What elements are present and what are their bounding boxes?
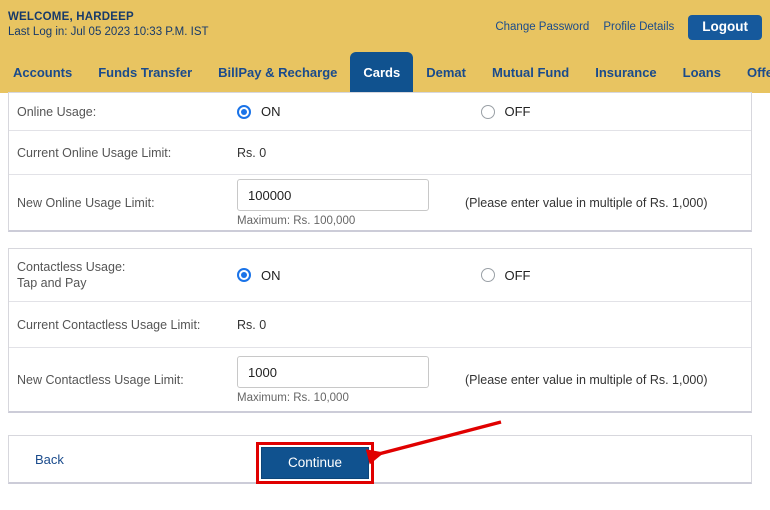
- online-usage-toggle-row: Online Usage: ON OFF: [9, 93, 751, 131]
- online-usage-off-option[interactable]: OFF: [480, 104, 531, 119]
- contactless-usage-panel: Contactless Usage: Tap and Pay ON OFF Cu…: [8, 248, 752, 413]
- nav-tab-funds-transfer[interactable]: Funds Transfer: [85, 52, 205, 93]
- online-usage-on-option[interactable]: ON: [237, 104, 281, 119]
- contactless-usage-radio-group: ON OFF: [237, 268, 531, 283]
- page-header: WELCOME, HARDEEP Last Log in: Jul 05 202…: [0, 0, 770, 93]
- online-usage-on-label: ON: [261, 104, 281, 119]
- contactless-usage-off-label: OFF: [504, 267, 531, 283]
- nav-tab-cards[interactable]: Cards: [350, 52, 414, 93]
- current-contactless-limit-value: Rs. 0: [237, 317, 267, 332]
- contactless-usage-toggle-row: Contactless Usage: Tap and Pay ON OFF: [9, 249, 751, 302]
- online-usage-panel: Online Usage: ON OFF Current Online Usag…: [8, 92, 752, 232]
- nav-tab-billpay-recharge[interactable]: BillPay & Recharge: [205, 52, 350, 93]
- new-online-limit-row: New Online Usage Limit: Maximum: Rs. 100…: [9, 175, 751, 231]
- new-contactless-limit-field-group: Maximum: Rs. 10,000: [237, 356, 429, 404]
- current-contactless-limit-label: Current Contactless Usage Limit:: [17, 317, 201, 332]
- new-online-limit-field-group: Maximum: Rs. 100,000: [237, 179, 429, 227]
- new-contactless-limit-input[interactable]: [237, 356, 429, 388]
- contactless-usage-label-line2: Tap and Pay: [17, 276, 87, 290]
- nav-tab-loans[interactable]: Loans: [670, 52, 734, 93]
- online-limit-hint: (Please enter value in multiple of Rs. 1…: [465, 196, 708, 210]
- contactless-limit-hint: (Please enter value in multiple of Rs. 1…: [465, 373, 708, 387]
- current-online-limit-label: Current Online Usage Limit:: [17, 145, 172, 160]
- online-usage-off-label: OFF: [504, 104, 531, 119]
- back-link[interactable]: Back: [35, 452, 64, 467]
- profile-details-link[interactable]: Profile Details: [603, 21, 674, 33]
- contactless-usage-on-option[interactable]: ON: [237, 268, 281, 283]
- radio-online-off[interactable]: [480, 104, 495, 119]
- change-password-link[interactable]: Change Password: [495, 21, 589, 33]
- main-navigation: Accounts Funds Transfer BillPay & Rechar…: [0, 52, 770, 93]
- last-login-text: Last Log in: Jul 05 2023 10:33 P.M. IST: [8, 26, 209, 38]
- new-online-limit-label: New Online Usage Limit:: [17, 196, 155, 210]
- current-online-limit-row: Current Online Usage Limit: Rs. 0: [9, 131, 751, 175]
- current-online-limit-value: Rs. 0: [237, 145, 267, 160]
- radio-online-on[interactable]: [237, 104, 251, 119]
- contactless-usage-on-label: ON: [261, 267, 281, 283]
- current-contactless-limit-row: Current Contactless Usage Limit: Rs. 0: [9, 302, 751, 348]
- online-usage-radio-group: ON OFF: [237, 104, 531, 119]
- continue-button[interactable]: Continue: [261, 447, 370, 479]
- contactless-usage-off-option[interactable]: OFF: [480, 267, 531, 283]
- nav-tab-mutual-fund[interactable]: Mutual Fund: [479, 52, 582, 93]
- radio-contactless-on[interactable]: [237, 268, 251, 282]
- welcome-title: WELCOME, HARDEEP: [8, 11, 134, 23]
- nav-tab-offers[interactable]: Offers: [734, 52, 770, 93]
- contactless-maximum-note: Maximum: Rs. 10,000: [237, 392, 349, 404]
- nav-tab-accounts[interactable]: Accounts: [0, 52, 85, 93]
- header-utility-links: Change Password Profile Details Logout: [495, 15, 762, 40]
- new-contactless-limit-row: New Contactless Usage Limit: Maximum: Rs…: [9, 348, 751, 412]
- new-online-limit-input[interactable]: [237, 179, 429, 211]
- radio-contactless-off[interactable]: [480, 268, 495, 282]
- new-contactless-limit-label: New Contactless Usage Limit:: [17, 373, 184, 387]
- online-maximum-note: Maximum: Rs. 100,000: [237, 215, 356, 227]
- continue-button-highlight: Continue: [256, 442, 375, 484]
- online-usage-label: Online Usage:: [17, 104, 97, 119]
- contactless-usage-label-line1: Contactless Usage:: [17, 260, 126, 274]
- form-footer-panel: Back Continue: [8, 435, 752, 484]
- content-area: Online Usage: ON OFF Current Online Usag…: [0, 92, 770, 510]
- nav-tab-demat[interactable]: Demat: [413, 52, 479, 93]
- welcome-block: WELCOME, HARDEEP Last Log in: Jul 05 202…: [8, 10, 209, 40]
- contactless-usage-label: Contactless Usage: Tap and Pay: [9, 259, 237, 291]
- nav-tab-insurance[interactable]: Insurance: [582, 52, 669, 93]
- logout-button[interactable]: Logout: [688, 15, 762, 40]
